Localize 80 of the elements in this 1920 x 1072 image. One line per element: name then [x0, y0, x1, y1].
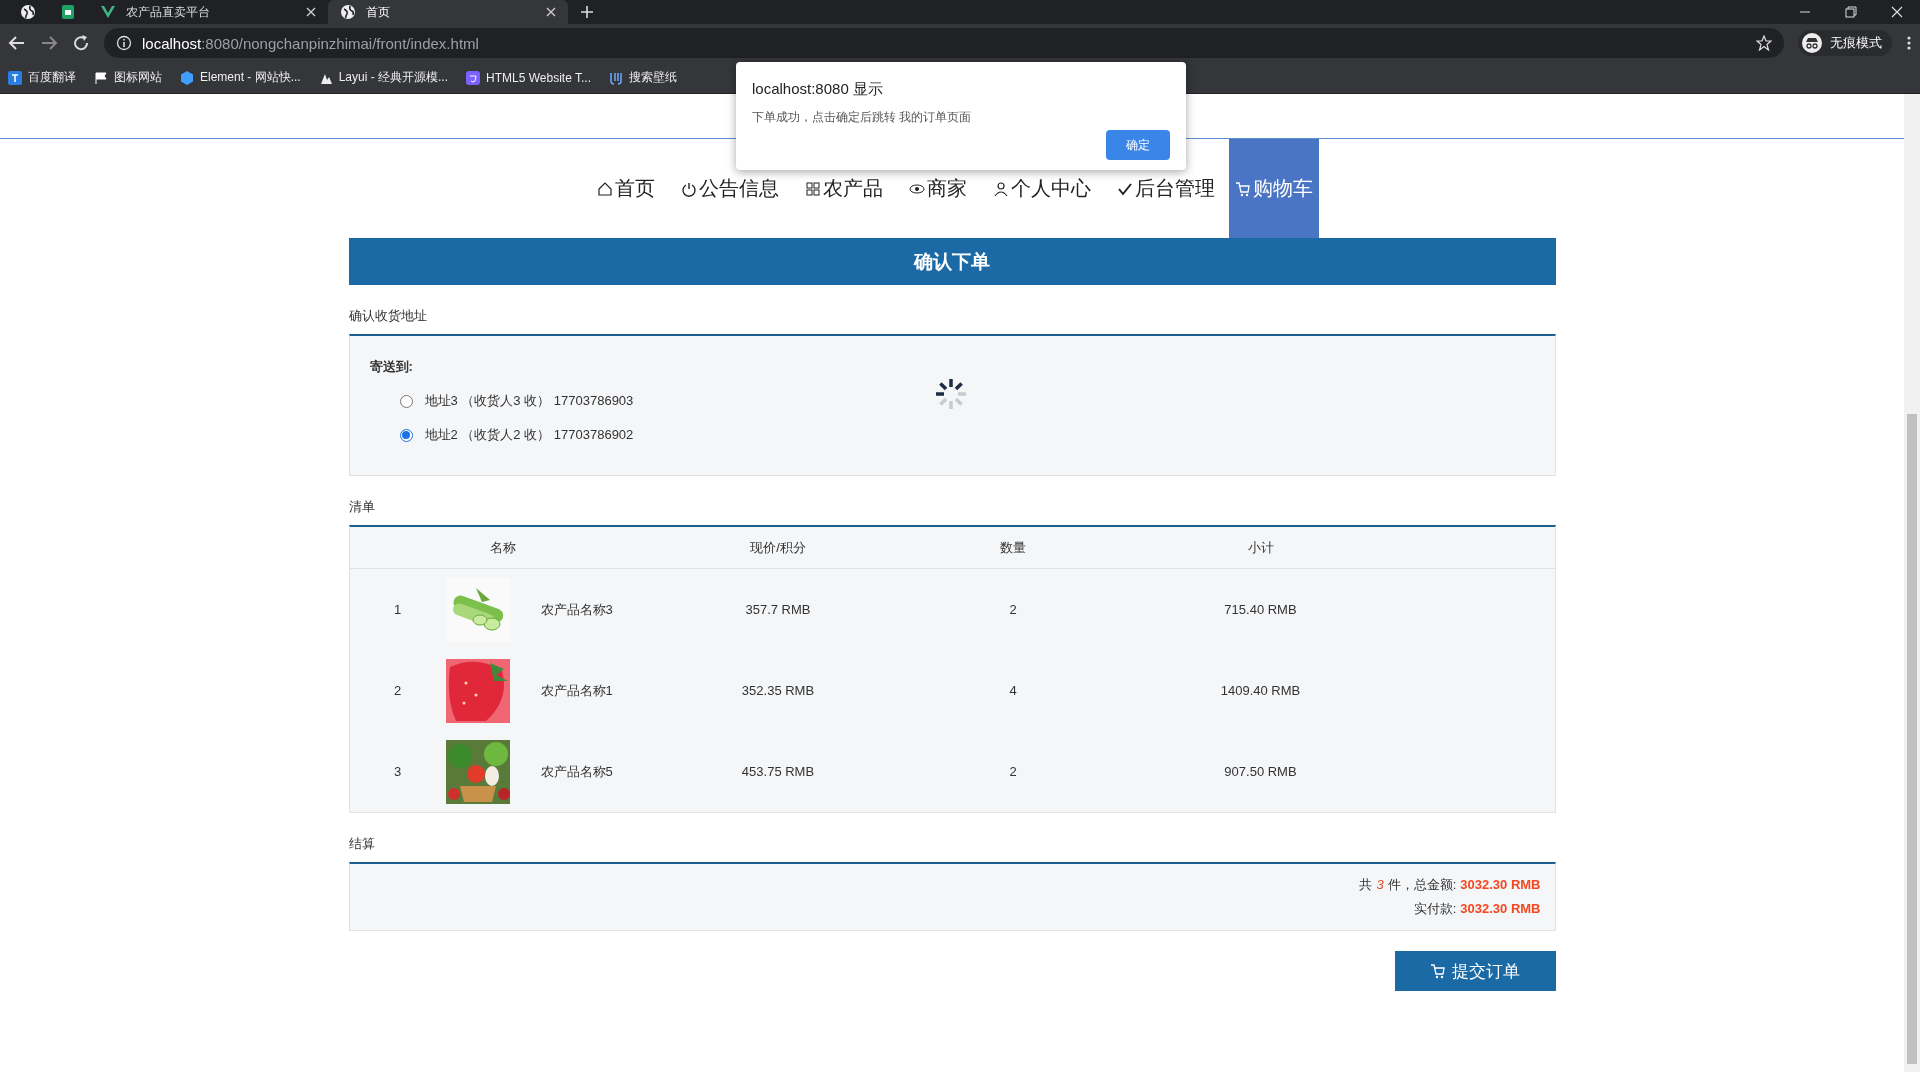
summary-label: 共	[1359, 876, 1373, 894]
table-cell-text: 农产品名称5	[539, 762, 614, 781]
nav-link[interactable]: 公告信息	[669, 139, 791, 238]
field-label: 寄送到:	[369, 358, 414, 376]
summary-label: 件，总金额:	[1387, 876, 1457, 894]
nav-link[interactable]: 农产品	[793, 139, 895, 238]
section-heading: 结算	[348, 835, 376, 853]
paid-amount: 3032.30 RMB	[1460, 901, 1541, 916]
profile-button[interactable]: 无痕模式	[1798, 30, 1892, 56]
new-tab-icon[interactable]	[580, 5, 594, 19]
table-cell-text: 农产品名称3	[539, 600, 614, 619]
column-header: 现价/积分	[749, 538, 807, 557]
submit-order-button[interactable]: 提交订单	[1394, 951, 1556, 991]
table-cell-text: 2	[1008, 764, 1018, 779]
grid-icon	[805, 180, 821, 197]
info-icon	[116, 35, 132, 51]
table-cell-text: 357.7 RMB	[744, 602, 812, 617]
flag-icon	[94, 70, 108, 85]
bookmark-link[interactable]: 搜索壁纸	[609, 69, 677, 86]
table-cell-text: 715.40 RMB	[1223, 602, 1298, 617]
hexagon-icon	[180, 70, 194, 85]
table-cell-text: 352.35 RMB	[740, 683, 816, 698]
address-option[interactable]: 地址2 （收货人2 收） 17703786902	[424, 426, 634, 444]
forward-icon[interactable]	[40, 34, 58, 52]
browser-tab[interactable]: 首页	[328, 0, 568, 24]
section-heading: 清单	[348, 498, 376, 516]
table-cell-text: 2	[1008, 602, 1018, 617]
dialog-message: 下单成功，点击确定后跳转 我的订单页面	[752, 109, 973, 126]
globe-icon	[20, 4, 36, 20]
ok-button[interactable]: 确定	[1106, 130, 1170, 160]
scrollbar[interactable]	[1904, 94, 1920, 1072]
bookmark-link[interactable]: HTML5 Website T...	[466, 70, 591, 85]
table-cell-text: 907.50 RMB	[1223, 764, 1298, 779]
more-menu-icon[interactable]	[1906, 35, 1912, 51]
radio-button[interactable]	[399, 394, 413, 408]
shield-icon	[466, 70, 481, 85]
power-icon	[681, 180, 697, 197]
address-option[interactable]: 地址3 （收货人3 收） 17703786903	[424, 392, 634, 410]
nav-link[interactable]: 商家	[897, 139, 979, 238]
radio-button[interactable]	[399, 428, 413, 442]
nav-link[interactable]: 个人中心	[981, 139, 1103, 238]
browser-tab[interactable]: 农产品直卖平台	[88, 0, 328, 24]
table-cell-text: 农产品名称1	[539, 681, 614, 700]
table-cell-text: 4	[1008, 683, 1018, 698]
translate-icon	[8, 70, 22, 85]
section-heading: 确认收货地址	[348, 307, 428, 325]
table-cell-text: 3	[392, 764, 403, 779]
back-icon[interactable]	[8, 34, 26, 52]
column-header: 名称	[488, 538, 517, 557]
column-header: 数量	[999, 538, 1027, 557]
bookmark-link[interactable]: Layui - 经典开源模...	[318, 69, 449, 86]
incognito-icon	[1802, 33, 1822, 53]
table-cell-text: 1	[392, 602, 403, 617]
close-icon[interactable]	[546, 7, 556, 17]
summary-label: 实付款:	[1413, 900, 1457, 918]
bookmark-star-icon[interactable]	[1756, 35, 1772, 51]
cart-icon	[1430, 963, 1446, 979]
globe-icon	[340, 4, 356, 20]
table-cell-text: 1409.40 RMB	[1219, 683, 1302, 698]
bookmark-link[interactable]: 图标网站	[94, 69, 162, 86]
table-cell-text: 2	[392, 683, 403, 698]
table-cell-text: 453.75 RMB	[740, 764, 816, 779]
item-count: 3	[1376, 877, 1384, 892]
total-amount: 3032.30 RMB	[1460, 877, 1541, 892]
close-icon[interactable]	[306, 7, 316, 17]
bookmark-link[interactable]: Element - 网站快...	[180, 69, 301, 86]
dialog-title: localhost:8080 显示	[752, 80, 884, 99]
nav-link[interactable]: 购物车	[1229, 139, 1319, 238]
bookmark-link[interactable]: 百度翻译	[8, 69, 76, 86]
home-icon	[597, 180, 613, 197]
reload-icon[interactable]	[72, 34, 90, 52]
column-header: 小计	[1246, 538, 1275, 557]
spreadsheet-icon	[60, 4, 76, 20]
v-logo-icon	[100, 4, 116, 20]
person-icon	[993, 180, 1009, 197]
page-banner: 确认下单	[348, 238, 1556, 285]
nav-link[interactable]: 首页	[585, 139, 667, 238]
address-field[interactable]: localhost:8080/nongchanpinzhimai/front/index.html	[104, 28, 1784, 58]
cart-icon	[1235, 180, 1251, 197]
wave-lines-icon	[609, 70, 623, 85]
